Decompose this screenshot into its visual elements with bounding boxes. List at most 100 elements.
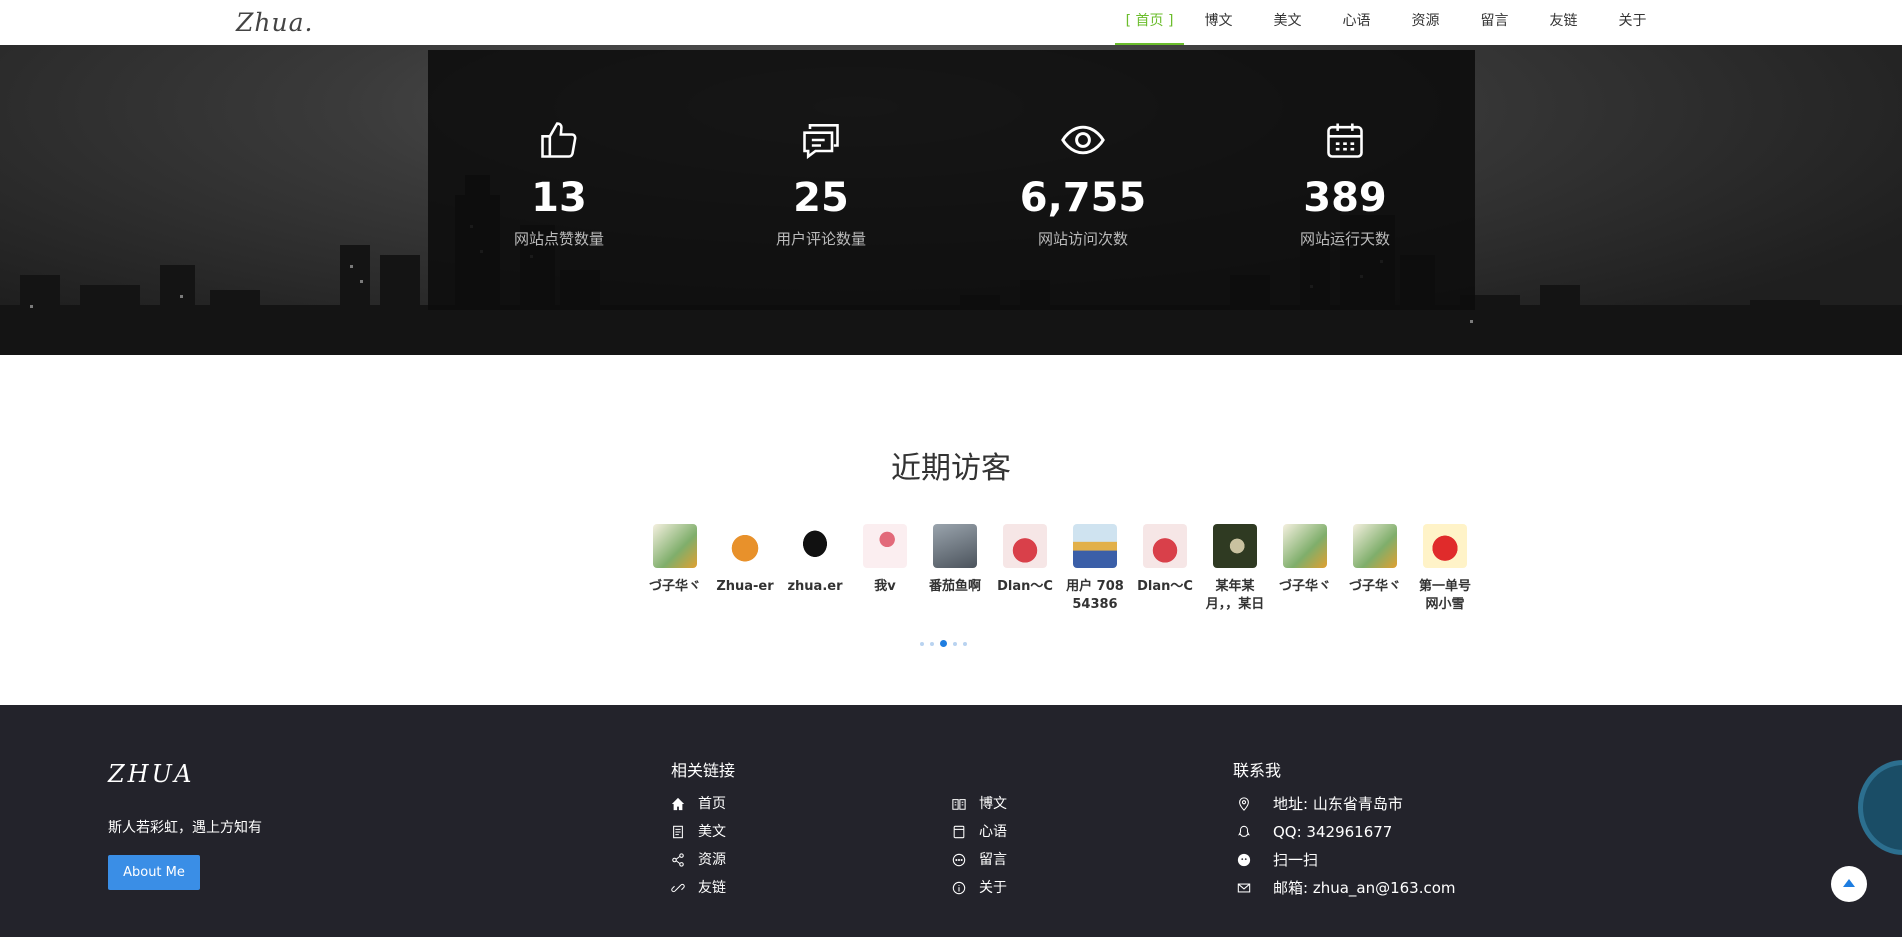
- footer-link-label: 首页: [698, 796, 726, 812]
- wechat-icon: [1237, 853, 1251, 867]
- stat-value: 389: [1303, 175, 1387, 221]
- home-icon: [671, 797, 685, 811]
- visitor-item[interactable]: 第一单号网小雪: [1415, 524, 1475, 614]
- footer-link-label: 友链: [698, 880, 726, 896]
- site-logo[interactable]: Zhua.: [236, 8, 313, 37]
- stat-label: 网站点赞数量: [513, 230, 604, 248]
- visitor-item[interactable]: 用户 70854386: [1065, 524, 1125, 614]
- visitor-name: 我v: [874, 579, 896, 594]
- carousel-dot[interactable]: [920, 641, 924, 646]
- nav-item-resources[interactable]: 资源: [1391, 0, 1460, 45]
- visitor-item[interactable]: Dlan～C: [995, 524, 1055, 614]
- avatar: [653, 524, 697, 568]
- book-icon: [952, 799, 966, 810]
- visitor-item[interactable]: Zhua-er: [715, 524, 775, 614]
- contact-text: QQ: 342961677: [1273, 823, 1393, 841]
- footer-link-label: 留言: [979, 852, 1007, 868]
- visitor-item[interactable]: づ子华ヾ: [645, 524, 705, 614]
- thumbs-up-icon: [541, 122, 577, 158]
- footer-logo: ZHUA: [108, 760, 195, 788]
- nav-item-friend-links[interactable]: 友链: [1529, 0, 1598, 45]
- visitor-name: 番茄鱼啊: [928, 579, 981, 594]
- stat-value: 13: [531, 175, 587, 221]
- visitor-item[interactable]: 某年某月，，某日: [1205, 524, 1265, 614]
- avatar: [1353, 524, 1397, 568]
- nav-item-guestbook[interactable]: 留言: [1460, 0, 1529, 45]
- contact-text: 地址: 山东省青岛市: [1273, 795, 1403, 813]
- visitor-item[interactable]: づ子华ヾ: [1345, 524, 1405, 614]
- visitor-carousel: づ子华ヾ Zhua-er zhua.er 我v 番茄鱼啊 Dlan～C 用户 7…: [645, 524, 1471, 619]
- avatar: [723, 524, 767, 568]
- stat-value: 25: [793, 175, 849, 221]
- visitor-item[interactable]: 我v: [855, 524, 915, 614]
- stat-label: 网站访问次数: [1037, 230, 1128, 248]
- avatar: [1213, 524, 1257, 568]
- document-icon: [673, 825, 683, 839]
- stat-label: 网站运行天数: [1299, 230, 1390, 248]
- nav-item-blog[interactable]: 博文: [1184, 0, 1253, 45]
- main-menu: [ 首页 ] 博文 美文 心语 资源 留言 友链 关于: [1115, 0, 1667, 45]
- comments-icon: [803, 124, 839, 160]
- avatar: [1283, 524, 1327, 568]
- visitor-name: 用户 70854386: [1066, 579, 1124, 612]
- notebook-icon: [953, 825, 965, 839]
- about-me-button[interactable]: About Me: [108, 855, 200, 890]
- mail-icon: [1237, 883, 1251, 893]
- avatar: [1003, 524, 1047, 568]
- location-icon: [1239, 797, 1249, 811]
- visitor-name: Dlan～C: [1137, 579, 1193, 594]
- visitor-name: 某年某月，，某日: [1205, 579, 1265, 612]
- nav-item-essays[interactable]: 美文: [1253, 0, 1322, 45]
- stat-value: 6,755: [1019, 175, 1147, 221]
- contact-heading: 联系我: [1233, 761, 1282, 780]
- carousel-pagination: [920, 640, 967, 647]
- hero-banner: 13 网站点赞数量 25 用户评论数量 6,755 网站访问次数 389 网站运…: [0, 45, 1902, 355]
- footer-link-label: 博文: [979, 796, 1007, 812]
- carousel-dot-active[interactable]: [940, 640, 947, 647]
- avatar: [933, 524, 977, 568]
- carousel-dot[interactable]: [930, 641, 934, 646]
- visitor-name: zhua.er: [787, 579, 843, 594]
- visitor-name: Dlan～C: [997, 579, 1053, 594]
- nav-item-moods[interactable]: 心语: [1322, 0, 1391, 45]
- footer-link-label: 心语: [979, 824, 1007, 840]
- visitor-item[interactable]: 番茄鱼啊: [925, 524, 985, 614]
- visitor-name: づ子华ヾ: [1348, 579, 1401, 594]
- stat-label: 用户评论数量: [775, 230, 866, 248]
- qq-icon: [1238, 825, 1250, 837]
- avatar: [863, 524, 907, 568]
- visitor-name: づ子华ヾ: [648, 579, 701, 594]
- footer-link-label: 资源: [698, 852, 726, 868]
- carousel-dot[interactable]: [963, 641, 967, 646]
- avatar: [1143, 524, 1187, 568]
- visitor-name: づ子华ヾ: [1278, 579, 1331, 594]
- visitor-item[interactable]: Dlan～C: [1135, 524, 1195, 614]
- back-to-top-button[interactable]: [1831, 866, 1867, 902]
- site-footer: ZHUA 斯人若彩虹，遇上方知有 About Me 相关链接 首页 博文 美文 …: [0, 705, 1902, 937]
- info-icon: [952, 881, 966, 895]
- top-navbar: Zhua. [ 首页 ] 博文 美文 心语 资源 留言 友链 关于: [0, 0, 1902, 45]
- footer-link-label: 关于: [979, 880, 1007, 896]
- footer-motto: 斯人若彩虹，遇上方知有: [108, 820, 262, 836]
- eye-icon: [1061, 125, 1105, 155]
- carousel-dot[interactable]: [953, 641, 957, 646]
- recent-visitors-title: 近期访客: [891, 451, 1011, 486]
- visitor-item[interactable]: づ子华ヾ: [1275, 524, 1335, 614]
- site-stats-panel: 13 网站点赞数量 25 用户评论数量 6,755 网站访问次数 389 网站运…: [428, 50, 1475, 310]
- contact-text: 邮箱: zhua_an@163.com: [1273, 879, 1456, 897]
- share-icon: [672, 853, 684, 867]
- link-icon: [671, 883, 685, 893]
- links-heading: 相关链接: [671, 761, 736, 780]
- calendar-icon: [1327, 123, 1363, 158]
- visitor-item[interactable]: zhua.er: [785, 524, 845, 614]
- avatar: [793, 524, 837, 568]
- visitor-name: 第一单号网小雪: [1418, 579, 1471, 612]
- chat-icon: [952, 853, 966, 867]
- avatar: [1423, 524, 1467, 568]
- contact-text: 扫一扫: [1273, 851, 1319, 869]
- visitor-name: Zhua-er: [716, 579, 774, 594]
- avatar: [1073, 524, 1117, 568]
- nav-item-home[interactable]: [ 首页 ]: [1115, 0, 1184, 45]
- nav-item-about[interactable]: 关于: [1598, 0, 1667, 45]
- footer-link-label: 美文: [698, 824, 726, 840]
